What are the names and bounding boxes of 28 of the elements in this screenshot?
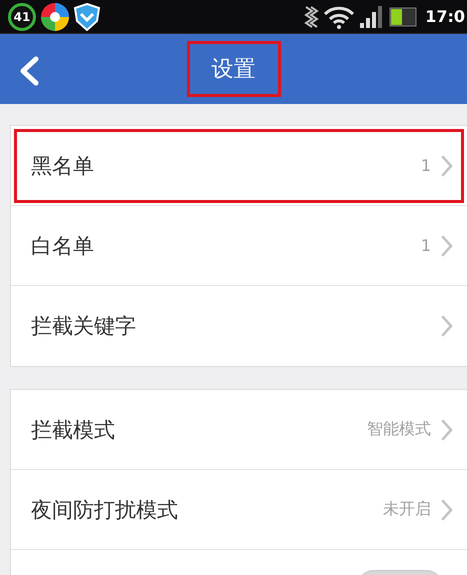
row-value: 智能模式 — [367, 419, 431, 440]
wifi-icon — [323, 4, 356, 28]
page-title: 设置 — [186, 41, 280, 97]
status-badge: 41 — [8, 2, 36, 30]
settings-row[interactable]: 拦截关键字 — [11, 286, 467, 366]
back-icon[interactable] — [18, 56, 40, 86]
chevron-icon — [441, 315, 453, 337]
row-label: 黑名单 — [31, 152, 95, 180]
settings-row[interactable]: 拦截模式 智能模式 — [11, 390, 467, 470]
chevron-icon — [441, 234, 453, 256]
settings-row[interactable]: 白名单 1 — [11, 206, 467, 286]
row-value: 1 — [420, 236, 431, 255]
battery-icon — [389, 6, 418, 26]
shield-icon — [74, 2, 100, 30]
chevron-icon — [441, 498, 453, 520]
app-icon — [40, 2, 70, 32]
settings-row[interactable]: 夜间防打扰模式 未开启 — [11, 470, 467, 550]
row-label: 白名单 — [31, 232, 95, 260]
row-label: 拦截关键字 — [31, 313, 137, 340]
settings-row[interactable]: 黑名单 1 — [11, 126, 467, 206]
chevron-icon — [441, 418, 453, 440]
status-time: 17:0 — [425, 7, 465, 26]
row-value: 1 — [420, 156, 431, 175]
row-label: 夜间防打扰模式 — [31, 496, 179, 524]
row-label: 拦截模式 — [31, 416, 116, 444]
vibrate-icon — [303, 4, 320, 28]
row-value: 未开启 — [383, 499, 431, 520]
chevron-icon — [441, 154, 453, 176]
